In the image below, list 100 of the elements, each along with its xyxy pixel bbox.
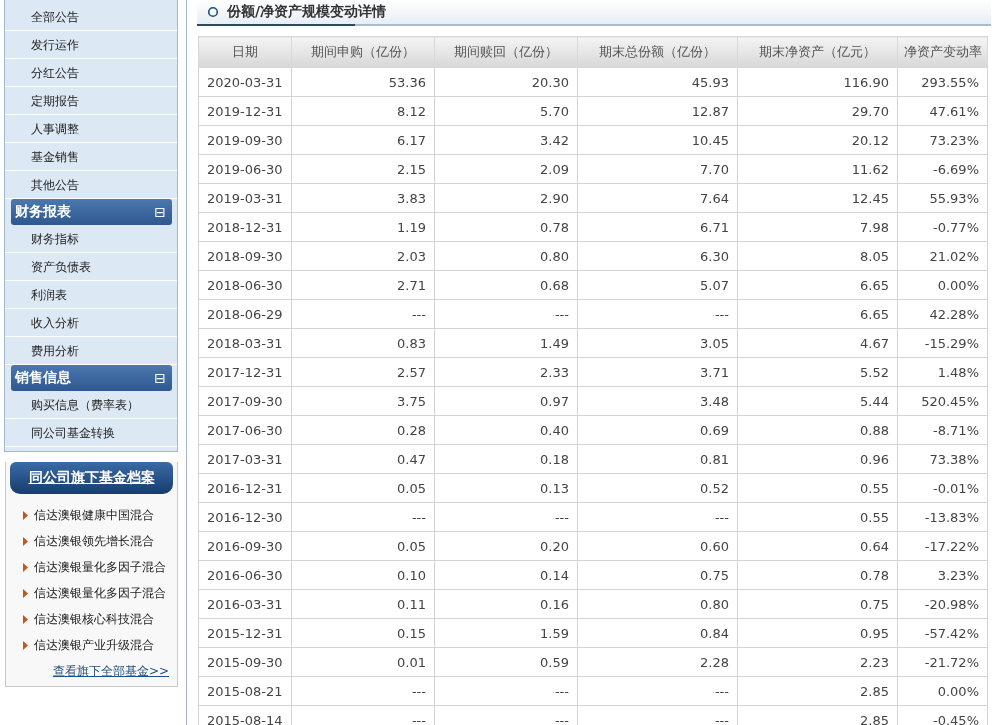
- fund-link[interactable]: 信达澳银量化多因子混合: [34, 558, 166, 576]
- table-cell: 2015-09-30: [198, 647, 292, 677]
- table-cell: 2015-08-14: [198, 705, 292, 725]
- table-cell: 5.52: [737, 357, 898, 387]
- table-cell: 0.69: [577, 415, 738, 445]
- table-cell: 0.80: [434, 241, 578, 271]
- table-cell: 2.33: [434, 357, 578, 387]
- table-cell: 6.65: [737, 270, 898, 300]
- section-title: 份额/净资产规模变动详情: [227, 3, 387, 21]
- table-cell: 0.55: [737, 502, 898, 532]
- table-cell: 5.44: [737, 386, 898, 416]
- table-cell: -8.71%: [897, 415, 988, 445]
- bullet-icon: [23, 614, 28, 624]
- table-cell: 0.97: [434, 386, 578, 416]
- sidebar-item[interactable]: 全部公告: [5, 3, 177, 31]
- table-cell: 0.60: [577, 531, 738, 561]
- sidebar-item[interactable]: 收入分析: [5, 309, 177, 337]
- sidebar-item[interactable]: 资产负债表: [5, 253, 177, 281]
- table-cell: 7.70: [577, 154, 738, 184]
- table-cell: 12.45: [737, 183, 898, 213]
- table-cell: 11.62: [737, 154, 898, 184]
- circle-icon: [207, 6, 219, 18]
- table-cell: 0.75: [577, 560, 738, 590]
- collapse-icon[interactable]: ⊟: [154, 205, 166, 219]
- table-cell: 3.75: [291, 386, 435, 416]
- table-cell: 6.65: [737, 299, 898, 329]
- table-cell: -0.77%: [897, 212, 988, 242]
- section-header[interactable]: 财务报表 ⊟: [11, 199, 172, 225]
- table-cell: 520.45%: [897, 386, 988, 416]
- table-cell: 2017-03-31: [198, 444, 292, 474]
- table-cell: 20.12: [737, 125, 898, 155]
- table-cell: 2019-12-31: [198, 96, 292, 126]
- table-cell: ---: [577, 299, 738, 329]
- table-cell: 2.23: [737, 647, 898, 677]
- table-cell: 2016-12-31: [198, 473, 292, 503]
- table-cell: 2.09: [434, 154, 578, 184]
- table-cell: 2018-06-30: [198, 270, 292, 300]
- panel-title[interactable]: 同公司旗下基金档案: [10, 462, 173, 494]
- table-cell: -21.72%: [897, 647, 988, 677]
- table-cell: 0.00%: [897, 270, 988, 300]
- table-cell: 0.01: [291, 647, 435, 677]
- table-cell: 1.19: [291, 212, 435, 242]
- table-cell: 0.20: [434, 531, 578, 561]
- bullet-icon: [23, 640, 28, 650]
- table-cell: 2015-08-21: [198, 676, 292, 706]
- table-cell: 3.05: [577, 328, 738, 358]
- table-cell: 20.30: [434, 67, 578, 97]
- sidebar-item[interactable]: 发行运作: [5, 31, 177, 59]
- column-header: 期间申购（亿份）: [291, 36, 435, 68]
- sidebar-item[interactable]: 购买信息（费率表）: [5, 391, 177, 419]
- table-cell: -17.22%: [897, 531, 988, 561]
- table-cell: 6.71: [577, 212, 738, 242]
- table-cell: 2.85: [737, 676, 898, 706]
- fund-link[interactable]: 信达澳银核心科技混合: [34, 610, 154, 628]
- table-cell: 2017-09-30: [198, 386, 292, 416]
- table-cell: 0.40: [434, 415, 578, 445]
- sidebar-item[interactable]: 同公司基金转换: [5, 419, 177, 447]
- fund-link[interactable]: 信达澳银量化多因子混合: [34, 584, 166, 602]
- sidebar-item[interactable]: 基金销售: [5, 143, 177, 171]
- table-cell: -57.42%: [897, 618, 988, 648]
- table-cell: 0.83: [291, 328, 435, 358]
- column-header: 期间赎回（亿份）: [434, 36, 578, 68]
- table-cell: 2017-12-31: [198, 357, 292, 387]
- table-cell: 3.71: [577, 357, 738, 387]
- column-header: 日期: [198, 36, 292, 68]
- table-cell: 2.28: [577, 647, 738, 677]
- table-cell: 2.71: [291, 270, 435, 300]
- table-cell: 53.36: [291, 67, 435, 97]
- table-cell: 2018-12-31: [198, 212, 292, 242]
- sidebar-item[interactable]: 财务指标: [5, 225, 177, 253]
- table-cell: 21.02%: [897, 241, 988, 271]
- collapse-icon[interactable]: ⊟: [154, 371, 166, 385]
- fund-link[interactable]: 信达澳银领先增长混合: [34, 532, 154, 550]
- table-cell: -6.69%: [897, 154, 988, 184]
- table-cell: 0.78: [434, 212, 578, 242]
- bullet-icon: [23, 510, 28, 520]
- table-cell: 0.75: [737, 589, 898, 619]
- bullet-icon: [23, 536, 28, 546]
- table-cell: 2017-06-30: [198, 415, 292, 445]
- section-header[interactable]: 销售信息 ⊟: [11, 365, 172, 391]
- table-cell: 2.15: [291, 154, 435, 184]
- view-all-link[interactable]: 查看旗下全部基金>>: [52, 664, 169, 678]
- fund-link[interactable]: 信达澳银健康中国混合: [34, 506, 154, 524]
- table-cell: 7.98: [737, 212, 898, 242]
- sidebar-item[interactable]: 定期报告: [5, 87, 177, 115]
- table-cell: 1.49: [434, 328, 578, 358]
- table-cell: 2018-09-30: [198, 241, 292, 271]
- fund-link[interactable]: 信达澳银产业升级混合: [34, 636, 154, 654]
- table-cell: ---: [291, 502, 435, 532]
- sidebar-item[interactable]: 利润表: [5, 281, 177, 309]
- table-cell: 0.55: [737, 473, 898, 503]
- table-cell: 0.84: [577, 618, 738, 648]
- table-cell: 2018-03-31: [198, 328, 292, 358]
- table-cell: 0.64: [737, 531, 898, 561]
- sidebar-item[interactable]: 人事调整: [5, 115, 177, 143]
- table-cell: 2019-09-30: [198, 125, 292, 155]
- table-cell: 0.68: [434, 270, 578, 300]
- sidebar-item[interactable]: 分红公告: [5, 59, 177, 87]
- table-cell: 55.93%: [897, 183, 988, 213]
- table-cell: 2018-06-29: [198, 299, 292, 329]
